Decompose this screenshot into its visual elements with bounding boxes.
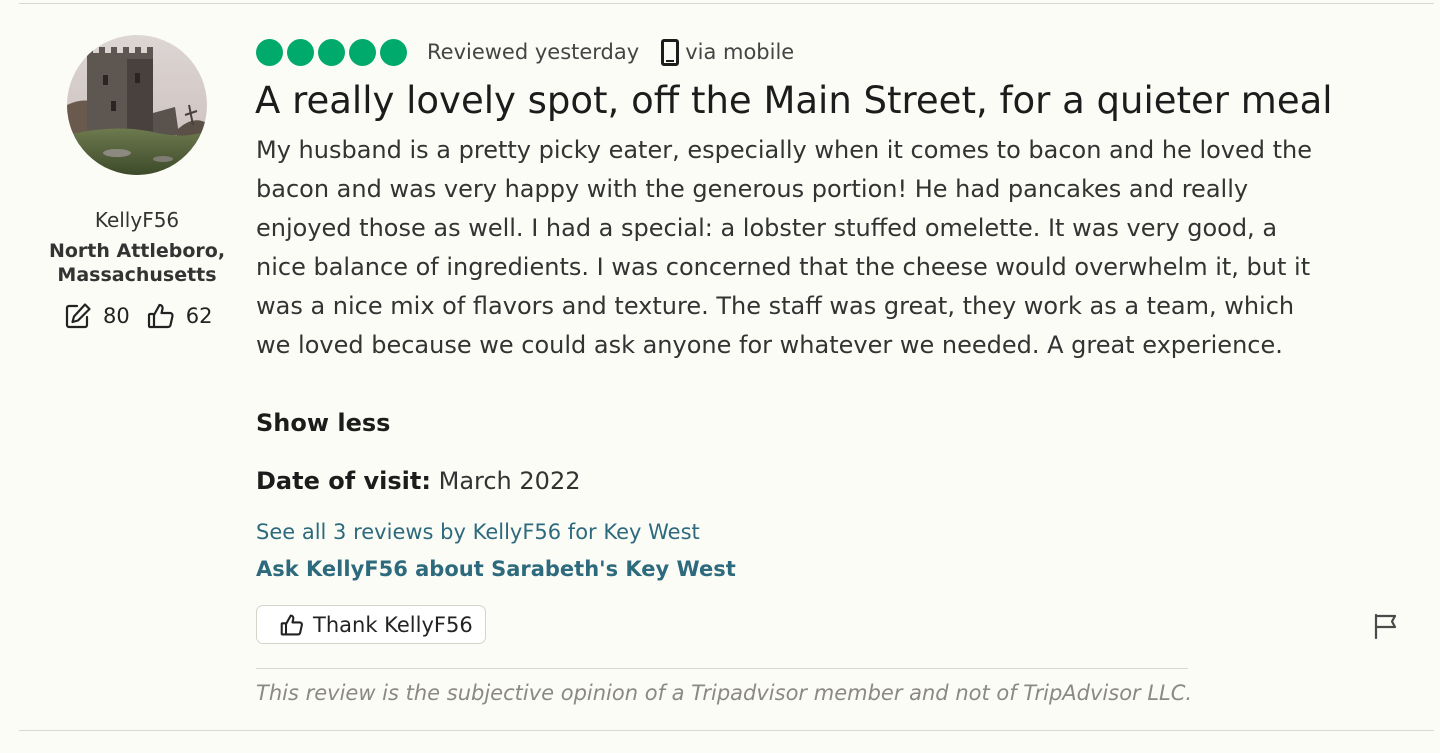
date-of-visit-label: Date of visit: (256, 467, 431, 495)
thank-reviewer-button[interactable]: Thank KellyF56 (256, 605, 486, 644)
reviewer-location: North Attleboro, Massachusetts (48, 240, 226, 286)
contributions-icon (64, 302, 92, 330)
rating-bubble (318, 38, 345, 66)
date-of-visit-value: March 2022 (438, 467, 581, 495)
thank-button-label: Thank KellyF56 (313, 612, 473, 637)
avatar[interactable] (67, 35, 207, 175)
bottom-divider (19, 730, 1434, 731)
date-of-visit: Date of visit: March 2022 (256, 464, 580, 498)
helpful-votes-count: 62 (185, 304, 213, 328)
review-meta: Reviewed yesterday via mobile (256, 36, 794, 68)
thumbs-up-icon (147, 302, 175, 330)
disclaimer-divider (256, 668, 1188, 669)
rating-bubble (287, 38, 314, 66)
via-mobile-label: via mobile (685, 40, 795, 64)
rating-bubble (380, 38, 407, 66)
rating-bubble (349, 38, 376, 66)
contributions-count: 80 (103, 304, 130, 328)
top-divider (19, 3, 1434, 4)
rating-bubbles (256, 38, 411, 66)
review-title[interactable]: A really lovely spot, off the Main Stree… (255, 74, 1333, 128)
reviewed-date: Reviewed yesterday (427, 40, 640, 64)
ask-reviewer-link[interactable]: Ask KellyF56 about Sarabeth's Key West (256, 554, 736, 584)
review-disclaimer: This review is the subjective opinion of… (256, 681, 1193, 705)
thumbs-up-icon (280, 613, 304, 637)
reviewer-stats: 80 62 (64, 301, 212, 331)
review-body: My husband is a pretty picky eater, espe… (256, 136, 1313, 359)
flag-icon[interactable] (1373, 612, 1399, 644)
show-less-button[interactable]: Show less (256, 406, 390, 440)
mobile-phone-icon (661, 38, 680, 66)
rating-bubble (256, 38, 283, 66)
reviewer-username[interactable]: KellyF56 (40, 208, 234, 232)
see-all-reviews-link[interactable]: See all 3 reviews by KellyF56 for Key We… (256, 517, 700, 547)
